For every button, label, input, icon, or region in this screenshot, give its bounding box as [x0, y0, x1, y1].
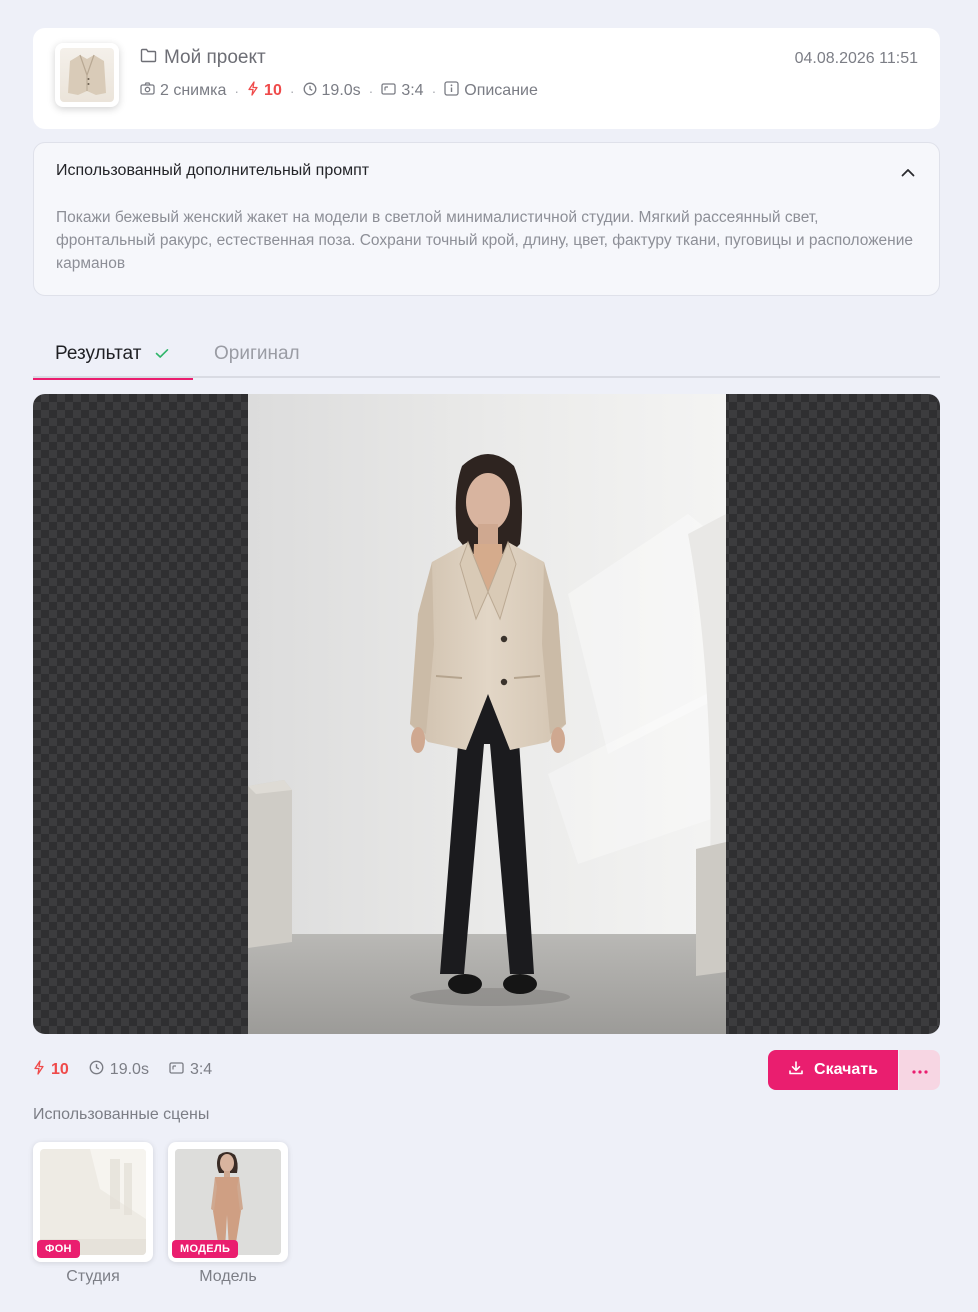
duration: 19.0s [303, 82, 361, 101]
created-date: 04.08.2026 11:51 [794, 50, 918, 67]
camera-icon [140, 82, 155, 100]
scene-label: Студия [66, 1268, 120, 1285]
scene-label: Модель [199, 1268, 257, 1285]
scene-thumbnail: ФОН [33, 1142, 153, 1262]
meta-separator: · [368, 83, 374, 99]
scene-thumbnail: МОДЕЛЬ [168, 1142, 288, 1262]
bolt-icon [33, 1060, 45, 1080]
result-duration: 19.0s [89, 1060, 149, 1080]
project-title[interactable]: Мой проект [140, 47, 266, 69]
result-image-viewer[interactable] [33, 394, 940, 1034]
aspect-ratio-icon [169, 1061, 184, 1079]
scene-badge: ФОН [37, 1240, 80, 1258]
check-icon [155, 343, 169, 365]
aspect-ratio-icon [381, 82, 396, 100]
scene-card-model[interactable]: МОДЕЛЬ Модель [168, 1142, 288, 1286]
result-meta: 10 19.0s 3:4 [33, 1058, 212, 1082]
clock-icon [89, 1060, 104, 1080]
jacket-thumbnail-image [60, 48, 114, 102]
credits-count: 10 [247, 81, 282, 101]
result-credits: 10 [33, 1060, 69, 1080]
scene-badge: МОДЕЛЬ [172, 1240, 239, 1258]
tab-original[interactable]: Оригинал [214, 330, 300, 378]
tab-result[interactable]: Результат [33, 330, 193, 380]
shots-count: 2 снимка [140, 82, 226, 100]
more-icon [911, 1061, 928, 1079]
project-meta: 2 снимка · 10 · 19.0s · 3:4 · Описание [140, 81, 538, 101]
project-header-card: Мой проект 2 снимка · 10 · 19.0s · 3:4 ·… [33, 28, 940, 129]
scenes-title: Использованные сцены [33, 1106, 210, 1123]
meta-separator: · [234, 83, 240, 99]
prompt-text: Покажи бежевый женский жакет на модели в… [56, 209, 914, 272]
result-ratio: 3:4 [169, 1061, 212, 1079]
aspect-ratio: 3:4 [381, 82, 424, 100]
chevron-up-icon[interactable] [899, 163, 917, 181]
clock-icon [303, 82, 317, 101]
scene-card-studio[interactable]: ФОН Студия [33, 1142, 153, 1286]
meta-separator: · [431, 83, 437, 99]
prompt-title[interactable]: Использованный дополнительный промпт [56, 162, 369, 180]
more-options-button[interactable] [899, 1050, 940, 1090]
project-title-text: Мой проект [164, 47, 266, 68]
folder-icon [140, 47, 157, 69]
info-icon [444, 81, 459, 101]
meta-separator: · [289, 83, 295, 99]
download-button[interactable]: Скачать [768, 1050, 898, 1090]
product-thumbnail[interactable] [55, 43, 119, 107]
result-tabs: Результат Оригинал [33, 330, 940, 380]
download-button-label: Скачать [814, 1061, 878, 1078]
bolt-icon [247, 81, 259, 101]
result-photo [248, 394, 726, 1034]
download-icon [788, 1060, 804, 1081]
description-link[interactable]: Описание [444, 81, 538, 101]
tab-result-label: Результат [55, 343, 142, 364]
prompt-panel: Использованный дополнительный промпт Пок… [33, 142, 940, 296]
